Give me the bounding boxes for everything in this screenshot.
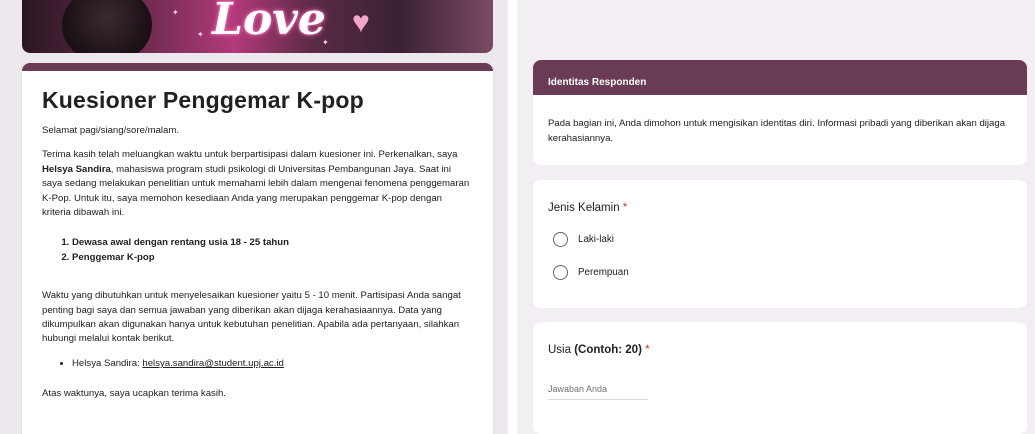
intro-text-1: Terima kasih telah meluangkan waktu untu… — [42, 149, 458, 161]
required-asterisk: * — [622, 202, 628, 214]
age-hint: (Contoh: 20) — [574, 344, 642, 356]
header-banner-image: ✦ ✦ ✦ Love ♥ — [22, 0, 493, 53]
banner-love-text: Love — [212, 0, 326, 45]
question-label-gender: Jenis Kelamin * — [548, 202, 1012, 214]
gender-label-text: Jenis Kelamin — [548, 202, 620, 214]
section-title: Identitas Responden — [548, 77, 647, 88]
form-header-card: Kuesioner Penggemar K-pop Selamat pagi/s… — [22, 63, 493, 434]
age-label-text: Usia — [548, 344, 575, 356]
section-description-card: Pada bagian ini, Anda dimohon untuk meng… — [533, 95, 1027, 165]
banner-figure — [62, 0, 152, 53]
question-card-age: Usia (Contoh: 20) * — [533, 322, 1027, 434]
greeting-text: Selamat pagi/siang/sore/malam. — [42, 125, 180, 136]
required-asterisk: * — [645, 344, 650, 356]
radio-button[interactable] — [553, 231, 568, 247]
sparkle-icon: ✦ — [172, 8, 179, 17]
intro-paragraph: Terima kasih telah meluangkan waktu untu… — [42, 148, 473, 220]
form-description: Selamat pagi/siang/sore/malam. Terima ka… — [42, 124, 473, 402]
contact-email-link[interactable]: helsya.sandira@student.upj.ac.id — [142, 358, 283, 369]
section-header: Identitas Responden — [533, 60, 1027, 95]
radio-button[interactable] — [553, 264, 568, 280]
criteria-item: Dewasa awal dengan rentang usia 18 - 25 … — [72, 236, 473, 250]
contact-list: Helsya Sandira: helsya.sandira@student.u… — [42, 357, 473, 371]
contact-item: Helsya Sandira: helsya.sandira@student.u… — [72, 357, 473, 371]
sparkle-icon: ✦ — [197, 30, 204, 39]
researcher-name: Helsya Sandira — [42, 163, 111, 175]
form-title: Kuesioner Penggemar K-pop — [42, 87, 364, 113]
question-label-age: Usia (Contoh: 20) * — [548, 344, 1012, 356]
question-card-gender: Jenis Kelamin * Laki-laki Perempuan — [533, 180, 1027, 308]
age-answer-input[interactable] — [548, 380, 648, 400]
duration-paragraph: Waktu yang dibutuhkan untuk menyelesaika… — [42, 290, 461, 345]
closing-text: Atas waktunya, saya ucapkan terima kasih… — [42, 388, 226, 400]
radio-option-female[interactable]: Perempuan — [548, 264, 1012, 280]
radio-label: Perempuan — [578, 266, 629, 278]
criteria-list: Dewasa awal dengan rentang usia 18 - 25 … — [42, 236, 473, 265]
contact-name: Helsya Sandira: — [72, 357, 143, 369]
radio-option-male[interactable]: Laki-laki — [548, 231, 1012, 247]
criteria-item: Penggemar K-pop — [72, 251, 473, 265]
heart-icon: ♥ — [352, 6, 370, 39]
section-description: Pada bagian ini, Anda dimohon untuk meng… — [548, 118, 1006, 144]
radio-label: Laki-laki — [578, 233, 614, 245]
